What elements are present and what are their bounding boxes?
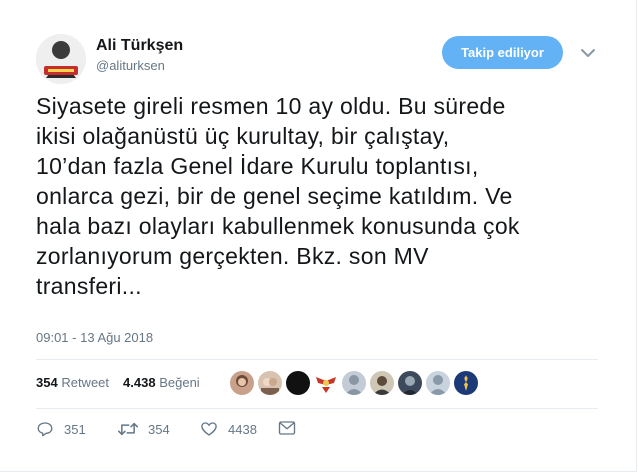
tweet-container: Ali Türkşen @aliturksen Takip ediliyor S…	[0, 0, 637, 472]
profile-avatar-icon	[36, 34, 86, 84]
reply-button[interactable]: 351	[36, 420, 86, 438]
retweet-label: Retweet	[61, 375, 110, 390]
liker-avatar-1-icon[interactable]	[230, 371, 254, 395]
author-name[interactable]: Ali Türkşen	[96, 37, 183, 55]
retweet-stat[interactable]: 354 Retweet	[36, 375, 109, 390]
envelope-icon	[278, 421, 296, 435]
liker-avatar-2-icon[interactable]	[258, 371, 282, 395]
following-button[interactable]: Takip ediliyor	[442, 36, 563, 69]
liker-avatar-6-icon[interactable]	[370, 371, 394, 395]
author-avatar[interactable]	[36, 34, 86, 84]
like-button[interactable]: 4438	[200, 420, 257, 438]
liker-avatar-3-icon[interactable]	[286, 371, 310, 395]
retweet-count: 354	[36, 375, 58, 390]
more-options-chevron-down-icon[interactable]	[580, 46, 596, 58]
liker-avatar-4-icon[interactable]	[314, 371, 338, 395]
author-handle[interactable]: @aliturksen	[96, 58, 165, 73]
retweet-button[interactable]: 354	[118, 420, 170, 438]
divider	[36, 408, 598, 409]
like-action-count: 4438	[228, 421, 257, 437]
retweet-action-count: 354	[148, 421, 170, 437]
tweet-text: Siyasete gireli resmen 10 ay oldu. Bu sü…	[36, 93, 520, 299]
direct-message-button[interactable]	[278, 420, 296, 436]
liker-avatar-8-icon[interactable]	[426, 371, 450, 395]
heart-icon	[201, 422, 217, 436]
divider	[36, 359, 598, 360]
tweet-timestamp[interactable]: 09:01 - 13 Ağu 2018	[36, 330, 153, 345]
liker-avatar-5-icon[interactable]	[342, 371, 366, 395]
reply-icon	[37, 422, 53, 437]
reply-count: 351	[64, 421, 86, 437]
liker-avatar-9-icon[interactable]	[454, 371, 478, 395]
retweet-icon	[118, 422, 138, 436]
like-count: 4.438	[123, 375, 156, 390]
like-label: Beğeni	[159, 375, 200, 390]
tweet-stats: 354 Retweet 4.438 Beğeni	[36, 375, 200, 390]
like-stat[interactable]: 4.438 Beğeni	[123, 375, 200, 390]
liker-avatar-7-icon[interactable]	[398, 371, 422, 395]
